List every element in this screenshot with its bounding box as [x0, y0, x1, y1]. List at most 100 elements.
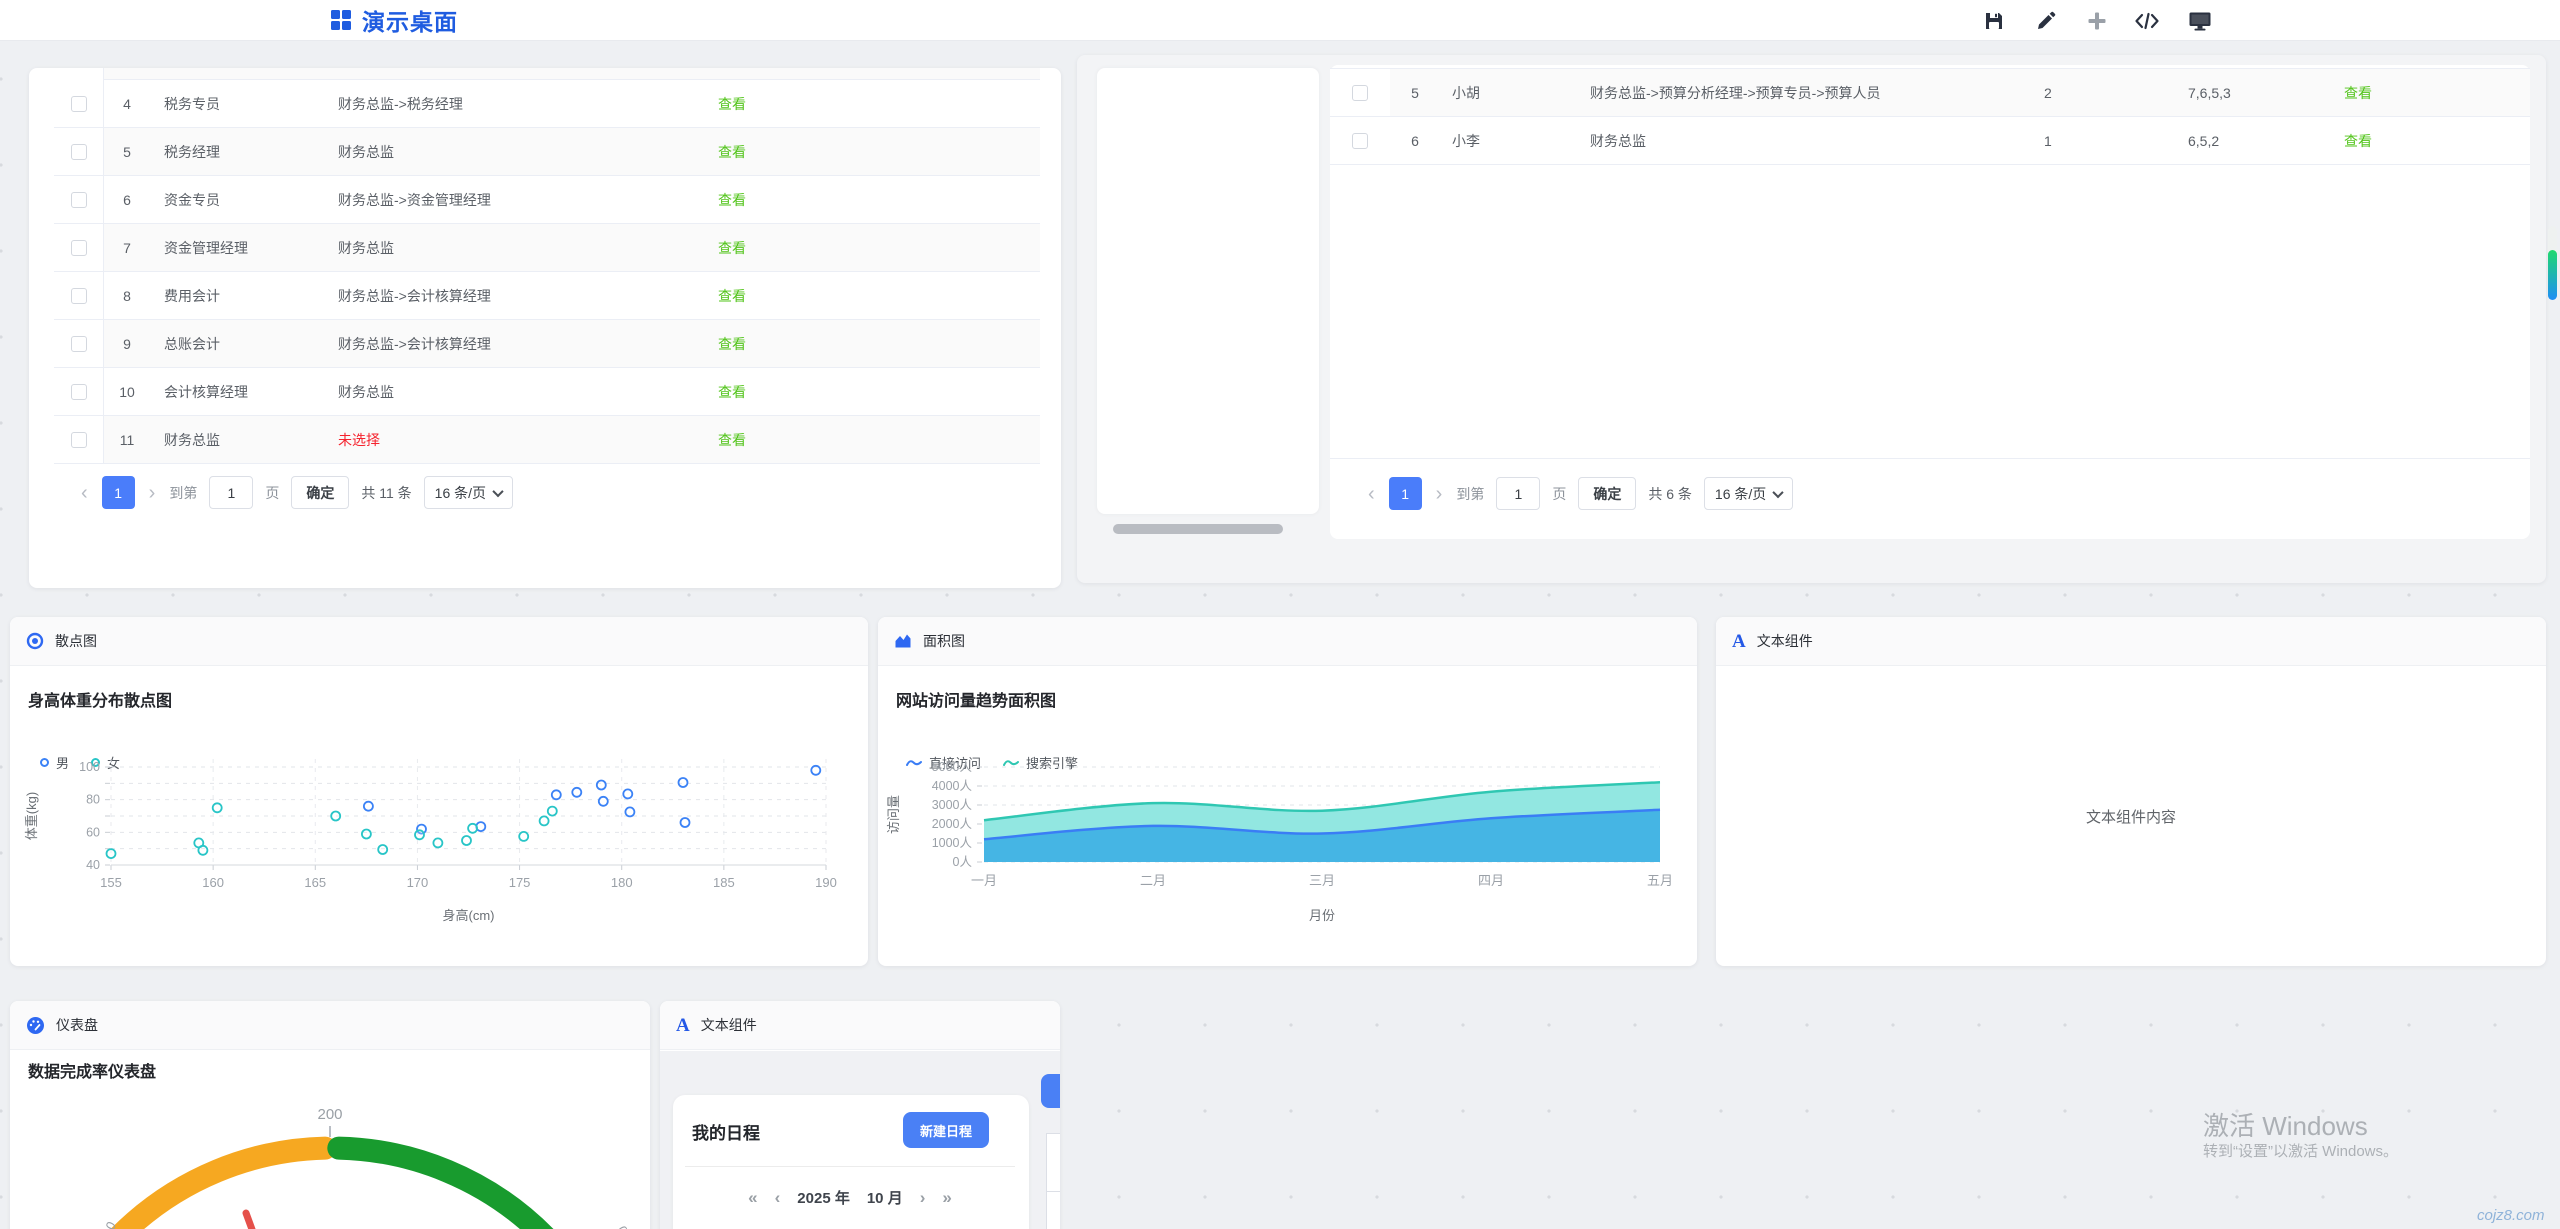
- divider: [685, 1166, 1015, 1167]
- row-checkbox[interactable]: [71, 336, 87, 352]
- prev-year-button[interactable]: «: [748, 1188, 757, 1208]
- vertical-scrollbar-thumb[interactable]: [2548, 250, 2557, 300]
- roles-confirm-button[interactable]: 确定: [291, 476, 349, 509]
- staff-list: 6,5,2: [2150, 133, 2330, 149]
- save-icon[interactable]: [1981, 8, 2007, 34]
- svg-text:体重(kg): 体重(kg): [24, 792, 39, 840]
- roles-pagination: ‹1›到第1页确定共 11 条16 条/页: [79, 476, 513, 509]
- dashboard-stage: 演示桌面 4税务专员财务总监->税务经理查看5税务经理财务总监查看6资金专员财务…: [0, 0, 2560, 1229]
- monitor-icon[interactable]: [2187, 8, 2213, 34]
- view-link[interactable]: 查看: [706, 286, 1040, 306]
- next-year-button[interactable]: »: [942, 1188, 951, 1208]
- svg-text:0: 0: [614, 1223, 631, 1229]
- app-title: 演示桌面: [330, 0, 458, 40]
- staff-table: 5小胡财务总监->预算分析经理->预算专员->预算人员27,6,5,3查看6小李…: [1330, 69, 2530, 165]
- new-schedule-button[interactable]: 新建日程: [903, 1112, 989, 1148]
- roles-jump-input[interactable]: 1: [209, 476, 253, 509]
- staff-page-size-select[interactable]: 16 条/页: [1704, 477, 1793, 510]
- staff-jump-label: 到第: [1456, 484, 1484, 504]
- scatter-chart: 406080100155160165170175180185190体重(kg)身…: [10, 617, 868, 966]
- svg-text:四月: 四月: [1478, 873, 1504, 888]
- row-checkbox[interactable]: [71, 384, 87, 400]
- horizontal-scrollbar-thumb[interactable]: [1113, 524, 1283, 534]
- calendar-year: 2025 年: [797, 1187, 850, 1208]
- roles-next-button[interactable]: ›: [147, 483, 158, 503]
- table-row: 5税务经理财务总监查看: [54, 128, 1040, 176]
- staff-next-button[interactable]: ›: [1434, 484, 1445, 504]
- row-checkbox[interactable]: [1352, 85, 1368, 101]
- activate-windows-subtitle: 转到“设置”以激活 Windows。: [2203, 1140, 2398, 1161]
- clipped-button[interactable]: [1041, 1074, 1060, 1108]
- horizontal-scrollbar-track[interactable]: [1097, 524, 1319, 534]
- schedule-card: 我的日程 新建日程 « ‹ 2025 年 10 月 › » 日一二三四五六: [673, 1095, 1029, 1229]
- staff-prev-button[interactable]: ‹: [1366, 484, 1377, 504]
- text-component-icon: A: [1732, 632, 1746, 651]
- activate-windows-title: 激活 Windows: [2203, 1106, 2368, 1143]
- staff-confirm-button[interactable]: 确定: [1578, 477, 1636, 510]
- staff-count: 1: [2030, 133, 2150, 149]
- svg-text:1000人: 1000人: [932, 836, 973, 850]
- role-name: 会计核算经理: [150, 382, 338, 402]
- svg-text:190: 190: [815, 875, 837, 890]
- row-index: 4: [104, 96, 150, 112]
- roles-prev-button[interactable]: ‹: [79, 483, 90, 503]
- svg-text:3000人: 3000人: [932, 798, 973, 812]
- row-index: 10: [104, 384, 150, 400]
- add-plus-icon[interactable]: [2084, 8, 2110, 34]
- role-name: 税务经理: [150, 142, 338, 162]
- row-index: 8: [104, 288, 150, 304]
- edit-pencil-icon[interactable]: [2033, 8, 2059, 34]
- roles-page-size-select[interactable]: 16 条/页: [424, 476, 513, 509]
- view-link[interactable]: 查看: [706, 190, 1040, 210]
- staff-jump-input[interactable]: 1: [1496, 477, 1540, 510]
- calendar-month: 10 月: [867, 1187, 903, 1208]
- code-icon[interactable]: [2134, 8, 2160, 34]
- row-checkbox[interactable]: [71, 288, 87, 304]
- table-row: 8费用会计财务总监->会计核算经理查看: [54, 272, 1040, 320]
- view-link[interactable]: 查看: [706, 142, 1040, 162]
- chevron-down-icon: [1773, 486, 1784, 497]
- role-path: 财务总监->会计核算经理: [338, 286, 706, 306]
- view-link[interactable]: 查看: [706, 334, 1040, 354]
- top-header: 演示桌面: [0, 0, 2560, 41]
- role-path: 财务总监: [338, 382, 706, 402]
- row-checkbox[interactable]: [71, 144, 87, 160]
- text-panel-header: A 文本组件: [1716, 617, 2546, 666]
- svg-text:200: 200: [317, 1106, 342, 1123]
- role-path: 财务总监: [338, 238, 706, 258]
- staff-total: 共 6 条: [1648, 484, 1692, 504]
- roles-current-page[interactable]: 1: [102, 476, 135, 509]
- row-checkbox[interactable]: [71, 192, 87, 208]
- view-link[interactable]: 查看: [2330, 131, 2530, 151]
- role-path: 财务总监->税务经理: [338, 94, 706, 114]
- text-component-icon: A: [676, 1016, 690, 1035]
- row-checkbox[interactable]: [1352, 133, 1368, 149]
- row-index: 11: [104, 432, 150, 448]
- role-path: 未选择: [338, 430, 706, 450]
- svg-text:5000人: 5000人: [932, 760, 973, 774]
- role-name: 总账会计: [150, 334, 338, 354]
- staff-table-panel: 5小胡财务总监->预算分析经理->预算专员->预算人员27,6,5,3查看6小李…: [1330, 65, 2530, 539]
- staff-pagination: ‹1›到第1页确定共 6 条16 条/页: [1366, 477, 1793, 510]
- row-checkbox[interactable]: [71, 432, 87, 448]
- row-index: 5: [104, 144, 150, 160]
- corner-site-link: cojz8.com: [2477, 1207, 2545, 1224]
- staff-current-page[interactable]: 1: [1389, 477, 1422, 510]
- row-checkbox[interactable]: [71, 96, 87, 112]
- svg-text:80: 80: [86, 793, 100, 807]
- row-checkbox[interactable]: [71, 240, 87, 256]
- prev-month-button[interactable]: ‹: [775, 1188, 781, 1208]
- view-link[interactable]: 查看: [2330, 83, 2530, 103]
- view-link[interactable]: 查看: [706, 238, 1040, 258]
- table-row: 7资金管理经理财务总监查看: [54, 224, 1040, 272]
- view-link[interactable]: 查看: [706, 382, 1040, 402]
- view-link[interactable]: 查看: [706, 94, 1040, 114]
- text-panel: A 文本组件 文本组件内容: [1716, 617, 2546, 966]
- roles-table: 4税务专员财务总监->税务经理查看5税务经理财务总监查看6资金专员财务总监->资…: [54, 68, 1040, 464]
- table-row: 4税务专员财务总监->税务经理查看: [54, 80, 1040, 128]
- vertical-scrollbar-track[interactable]: [2548, 226, 2557, 300]
- staff-page-unit: 页: [1552, 484, 1566, 504]
- next-month-button[interactable]: ›: [920, 1188, 926, 1208]
- chevron-down-icon: [492, 485, 503, 496]
- view-link[interactable]: 查看: [706, 430, 1040, 450]
